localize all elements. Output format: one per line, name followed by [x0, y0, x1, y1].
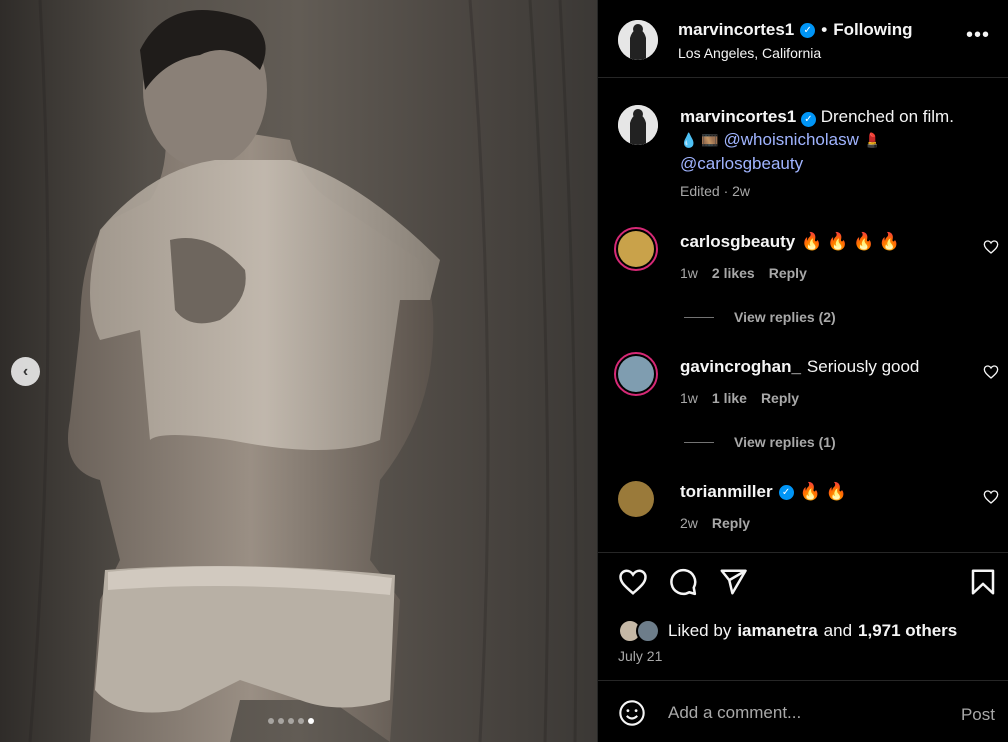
view-replies-button[interactable]: View replies (2) [684, 309, 836, 325]
following-button[interactable]: Following [833, 20, 912, 40]
comment-username[interactable]: gavincroghan_ [680, 357, 801, 377]
caption-emojis: 💧 🎞️ [680, 132, 719, 148]
caption-meta: Edited · 2w [680, 183, 751, 199]
liker-avatars [618, 619, 662, 643]
likes-summary[interactable]: Liked by iamanetra and 1,971 others [618, 619, 957, 643]
comment-username[interactable]: torianmiller [680, 482, 773, 502]
verified-icon: ✓ [778, 484, 794, 500]
comment-likes[interactable]: 1 like [712, 390, 747, 406]
carousel-dots [268, 718, 314, 724]
post-caption: marvincortes1 ✓ Drenched on film. 💧 🎞️ @… [680, 105, 980, 175]
comment-input[interactable] [668, 699, 928, 727]
verified-icon: ✓ [800, 112, 816, 127]
heart-icon[interactable] [618, 567, 648, 597]
caption-mention[interactable]: @whoisnicholasw [724, 130, 859, 149]
carousel-prev-button[interactable]: ‹ [11, 357, 40, 386]
reply-button[interactable]: Reply [769, 265, 807, 281]
comment-text: Seriously good [806, 357, 920, 376]
commenter-avatar[interactable] [614, 352, 658, 396]
comment-time[interactable]: 1w [680, 265, 698, 281]
reply-button[interactable]: Reply [712, 515, 750, 531]
replies-divider [684, 441, 714, 443]
post-media[interactable]: ‹ [0, 0, 597, 742]
bookmark-icon[interactable] [968, 567, 998, 597]
caption-text: Drenched on film. [820, 107, 954, 126]
caption-owner-avatar[interactable] [618, 105, 658, 145]
verified-icon: ✓ [800, 22, 816, 38]
chevron-left-icon: ‹ [22, 362, 29, 380]
carousel-dot[interactable] [288, 718, 294, 724]
comment-time[interactable]: 2w [680, 515, 698, 531]
comment-composer: Post [598, 680, 1008, 742]
liked-by-and: and [823, 621, 853, 640]
carousel-dot[interactable] [278, 718, 284, 724]
post-location[interactable]: Los Angeles, California [678, 45, 821, 61]
commenter-avatar[interactable] [614, 227, 658, 271]
comment-time[interactable]: 1w [680, 390, 698, 406]
caption-mention[interactable]: @carlosgbeauty [680, 154, 803, 173]
post-actions: Liked by iamanetra and 1,971 others July… [598, 552, 1008, 672]
view-replies-button[interactable]: View replies (1) [684, 434, 836, 450]
view-replies-label[interactable]: View replies (1) [734, 434, 836, 450]
replies-divider [684, 316, 714, 318]
heart-icon[interactable] [983, 239, 999, 255]
liked-by-label: Liked by [668, 621, 732, 640]
post-comment-button[interactable]: Post [961, 705, 995, 725]
comment-text: 🔥 🔥 🔥 🔥 [801, 232, 901, 251]
reply-button[interactable]: Reply [761, 390, 799, 406]
liked-by-user[interactable]: iamanetra [737, 621, 817, 641]
heart-icon[interactable] [983, 364, 999, 380]
post-header: marvincortes1 ✓ • Following Los Angeles,… [598, 0, 1008, 78]
comment-icon[interactable] [668, 567, 698, 597]
carousel-dot[interactable] [298, 718, 304, 724]
owner-username[interactable]: marvincortes1 [678, 20, 794, 40]
comment-likes[interactable]: 2 likes [712, 265, 755, 281]
liker-avatar [636, 619, 660, 643]
view-replies-label[interactable]: View replies (2) [734, 309, 836, 325]
caption-username[interactable]: marvincortes1 [680, 107, 796, 126]
owner-avatar[interactable] [618, 20, 658, 60]
post-date[interactable]: July 21 [618, 648, 662, 664]
header-separator: • [821, 20, 828, 39]
carousel-dot[interactable] [268, 718, 274, 724]
comment-username[interactable]: carlosgbeauty [680, 232, 795, 252]
comment-text: 🔥 🔥 [799, 482, 847, 501]
post-photo [0, 0, 597, 742]
emoji-icon[interactable] [618, 699, 646, 727]
heart-icon[interactable] [983, 489, 999, 505]
carousel-dot-active[interactable] [308, 718, 314, 724]
more-icon[interactable]: ••• [966, 25, 990, 45]
caption-emoji: 💄 [863, 132, 882, 148]
commenter-avatar[interactable] [614, 477, 658, 521]
likes-count[interactable]: 1,971 others [858, 621, 957, 641]
post-side-panel: marvincortes1 ✓ • Following Los Angeles,… [597, 0, 1008, 742]
share-icon[interactable] [718, 567, 748, 597]
